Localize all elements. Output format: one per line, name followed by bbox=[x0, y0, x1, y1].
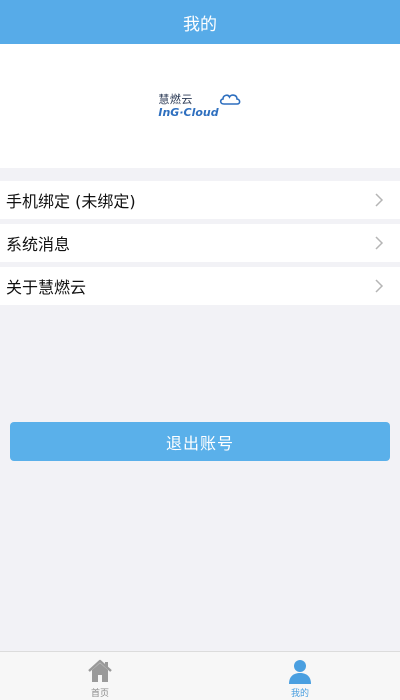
app-header: 我的 bbox=[0, 0, 400, 44]
cloud-icon bbox=[219, 94, 241, 105]
logo-cn-text: 慧燃云 bbox=[158, 93, 193, 106]
logout-button[interactable]: 退出账号 bbox=[10, 422, 390, 461]
menu-item-label: 手机绑定 (未绑定) bbox=[6, 192, 136, 211]
bottom-tab-bar: 首页 我的 bbox=[0, 651, 400, 700]
tab-home-label: 首页 bbox=[90, 689, 109, 699]
logout-button-label: 退出账号 bbox=[165, 433, 234, 453]
chevron-right-icon bbox=[375, 279, 384, 293]
chevron-right-icon bbox=[375, 236, 384, 250]
menu-item-system-messages[interactable]: 系统消息 bbox=[0, 224, 400, 262]
user-icon bbox=[289, 660, 311, 684]
logo-en-text: InG·Cloud bbox=[158, 106, 219, 119]
tab-mine-label: 我的 bbox=[290, 689, 309, 699]
home-icon bbox=[88, 659, 112, 682]
logo-area: 慧燃云 InG·Cloud bbox=[0, 44, 400, 168]
tab-mine[interactable]: 我的 bbox=[200, 652, 400, 700]
page-title: 我的 bbox=[183, 14, 217, 35]
menu-item-about[interactable]: 关于慧燃云 bbox=[0, 267, 400, 305]
menu-item-label: 关于慧燃云 bbox=[6, 278, 87, 297]
chevron-right-icon bbox=[375, 193, 384, 207]
menu-item-phone-binding[interactable]: 手机绑定 (未绑定) bbox=[0, 181, 400, 219]
tab-home[interactable]: 首页 bbox=[0, 652, 200, 700]
brand-logo: 慧燃云 InG·Cloud bbox=[158, 93, 241, 119]
menu-item-label: 系统消息 bbox=[6, 235, 71, 254]
